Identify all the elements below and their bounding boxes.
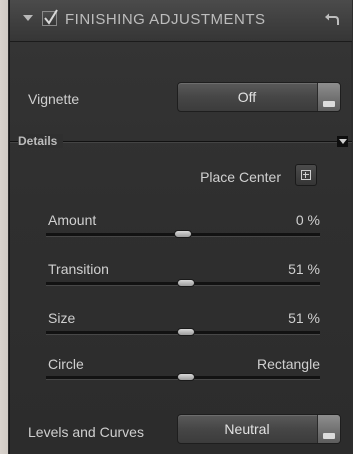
transition-label: Transition	[48, 261, 109, 277]
vignette-popup[interactable]: Off	[177, 82, 341, 112]
transition-value: 51 %	[288, 261, 320, 277]
amount-value: 0 %	[295, 212, 320, 228]
amount-slider[interactable]	[46, 230, 320, 238]
amount-slider-thumb[interactable]	[174, 230, 192, 238]
disclosure-triangle-icon[interactable]	[23, 15, 33, 21]
size-label: Size	[48, 310, 76, 326]
popup-arrow-icon[interactable]	[317, 83, 340, 111]
size-slider-thumb[interactable]	[176, 328, 195, 336]
levels-curves-value: Neutral	[224, 421, 270, 437]
size-value: 51 %	[288, 310, 320, 326]
reset-arrow-icon[interactable]	[324, 11, 340, 27]
transition-slider-thumb[interactable]	[176, 279, 195, 287]
rectangle-label: Rectangle	[256, 356, 320, 372]
finishing-adjustments-panel: FINISHING ADJUSTMENTS Vignette Off Detai…	[9, 0, 352, 454]
transition-slider[interactable]	[46, 279, 320, 287]
circle-label: Circle	[48, 356, 84, 372]
panel-title: FINISHING ADJUSTMENTS	[65, 11, 266, 28]
plus-square-icon	[301, 170, 311, 180]
place-center-label: Place Center	[200, 169, 281, 185]
checkmark-icon	[44, 9, 58, 25]
details-toggle-icon[interactable]	[337, 136, 348, 147]
shape-slider-thumb[interactable]	[176, 373, 195, 381]
levels-curves-popup[interactable]: Neutral	[177, 414, 341, 444]
amount-label: Amount	[48, 212, 97, 228]
panel-header[interactable]: FINISHING ADJUSTMENTS	[10, 0, 352, 42]
enable-checkbox[interactable]	[42, 9, 58, 26]
place-center-button[interactable]	[295, 164, 317, 186]
vignette-label: Vignette	[28, 91, 80, 107]
size-slider[interactable]	[46, 328, 320, 336]
shape-slider[interactable]	[46, 373, 320, 381]
levels-curves-label: Levels and Curves	[28, 424, 144, 440]
popup-arrow-icon[interactable]	[317, 415, 340, 443]
details-section-label: Details	[18, 134, 64, 148]
vignette-value: Off	[237, 89, 257, 105]
